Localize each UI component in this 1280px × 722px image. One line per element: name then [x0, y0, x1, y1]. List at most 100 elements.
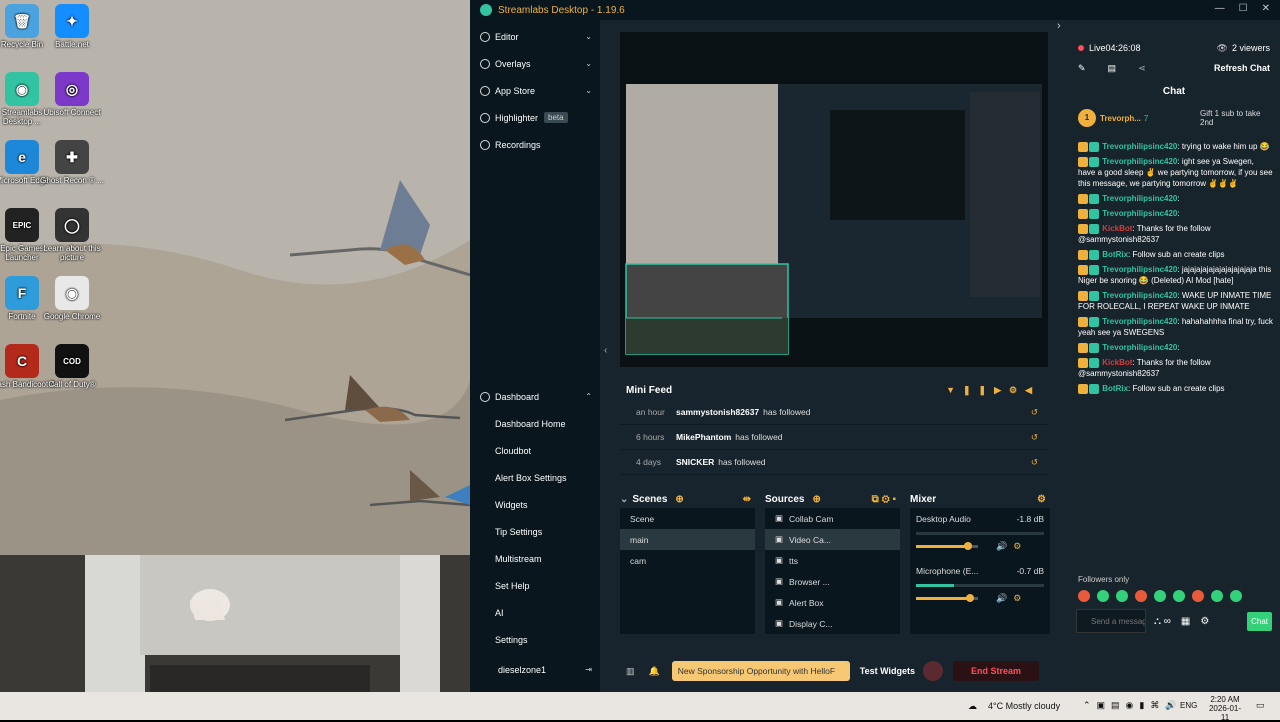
source-item[interactable]: ▣ Display C...: [765, 613, 900, 634]
source-item[interactable]: ▣ Video Ca...: [765, 529, 900, 550]
clock[interactable]: 2:20 AM 2026-01-11: [1205, 695, 1245, 722]
feed-user[interactable]: SNICKER: [676, 457, 714, 467]
dashboard-subitem[interactable]: Alert Box Settings: [470, 464, 600, 491]
chat-username[interactable]: Trevorphilipsinc420: [1102, 291, 1177, 300]
feed-user[interactable]: MikePhantom: [676, 432, 731, 442]
gear-icon[interactable]: ⚙: [1013, 541, 1021, 552]
store-icon[interactable]: ▦: [1181, 616, 1190, 627]
add-scene-icon[interactable]: ⊕: [675, 494, 683, 505]
volume-slider[interactable]: [916, 542, 978, 550]
scene-item[interactable]: main: [620, 529, 755, 550]
nav-item-app-store[interactable]: App Store ⌄: [470, 77, 600, 104]
dashboard-subitem[interactable]: Tip Settings: [470, 518, 600, 545]
chat-username[interactable]: Trevorphilipsinc420: [1102, 343, 1177, 352]
close-icon[interactable]: ✕: [1262, 3, 1270, 14]
desktop-icon[interactable]: ◎ Ubisoft Connect: [38, 72, 106, 117]
input-language[interactable]: ENG: [1180, 701, 1197, 710]
desktop-icon[interactable]: ◯ Learn about this picture: [38, 208, 106, 262]
stream-preview[interactable]: [620, 32, 1048, 367]
record-button[interactable]: [923, 661, 943, 681]
collapse-left-icon[interactable]: ‹: [604, 345, 607, 356]
share-icon[interactable]: ⋖: [1138, 63, 1146, 74]
emote-icon[interactable]: [1211, 590, 1223, 602]
speaker-icon[interactable]: 🔊: [996, 593, 1007, 604]
mini-feed-controls[interactable]: ▼❚❚▶⚙◀: [946, 385, 1040, 396]
maximize-icon[interactable]: ☐: [1239, 3, 1248, 14]
source-item[interactable]: ▣ Alert Box: [765, 592, 900, 613]
replay-icon[interactable]: ↺: [1031, 432, 1038, 443]
sponsor-banner[interactable]: New Sponsorship Opportunity with HelloF: [671, 661, 850, 681]
scene-item[interactable]: cam: [620, 550, 755, 571]
emote-icon[interactable]: [1116, 590, 1128, 602]
desktop-icon[interactable]: ✦ Battle.net: [38, 4, 106, 49]
nav-item-editor[interactable]: Editor ⌄: [470, 23, 600, 50]
weather-text[interactable]: 4°C Mostly cloudy: [988, 701, 1060, 711]
gift-sub[interactable]: Gift 1 sub to take 2nd: [1200, 109, 1270, 127]
desktop-icon[interactable]: ◉ Google Chrome: [38, 276, 106, 321]
badge-icon: [1078, 357, 1088, 368]
nav-item-dashboard[interactable]: Dashboard ⌃: [470, 383, 600, 410]
scene-transition-icon[interactable]: ⇹: [743, 494, 751, 505]
replay-icon[interactable]: ↺: [1031, 457, 1038, 468]
replay-icon[interactable]: ↺: [1031, 407, 1038, 418]
test-widgets-button[interactable]: Test Widgets: [860, 666, 915, 676]
user-row[interactable]: dieselzone1 ⇥: [470, 656, 600, 683]
desktop-icon[interactable]: COD Call of Duty®: [38, 344, 106, 389]
emote-icon[interactable]: [1097, 590, 1109, 602]
speaker-icon[interactable]: 🔊: [996, 541, 1007, 552]
source-tools-icon[interactable]: ⧉ ⚙ ▪: [872, 494, 896, 505]
app-icon: F: [5, 276, 39, 310]
gear-icon[interactable]: ⚙: [1200, 616, 1209, 627]
chat-username[interactable]: Trevorphilipsinc420: [1102, 265, 1177, 274]
chat-send-button[interactable]: Chat: [1247, 611, 1272, 631]
chat-username[interactable]: Trevorphilipsinc420: [1102, 157, 1177, 166]
dashboard-subitem[interactable]: AI: [470, 599, 600, 626]
minimize-icon[interactable]: —: [1215, 3, 1225, 14]
chat-username[interactable]: Trevorphilipsinc420: [1102, 142, 1177, 151]
source-item[interactable]: ▣ Browser ...: [765, 571, 900, 592]
dashboard-subitem[interactable]: Set Help: [470, 572, 600, 599]
source-item[interactable]: ▣ tts: [765, 550, 900, 571]
chat-username[interactable]: BotRix: [1102, 384, 1128, 393]
logout-icon[interactable]: ⇥: [585, 665, 592, 674]
add-source-icon[interactable]: ⊕: [812, 494, 820, 505]
volume-slider[interactable]: [916, 594, 978, 602]
emote-icon[interactable]: [1192, 590, 1204, 602]
chat-tools-icon[interactable]: ⛬ ∞: [1154, 616, 1171, 627]
chat-username[interactable]: Trevorphilipsinc420: [1102, 194, 1177, 203]
notification-icon[interactable]: ▭: [1256, 700, 1265, 711]
notifications-icon[interactable]: 🔔: [649, 666, 660, 677]
refresh-chat-button[interactable]: Refresh Chat: [1214, 63, 1270, 73]
gear-icon[interactable]: ⚙: [1013, 593, 1021, 604]
chat-username[interactable]: Trevorphilipsinc420: [1102, 317, 1177, 326]
stats-icon[interactable]: ▥: [626, 666, 635, 677]
scene-item[interactable]: Scene: [620, 508, 755, 529]
chat-username[interactable]: KickBot: [1102, 224, 1132, 233]
chevron-right-icon[interactable]: ›: [1057, 20, 1061, 32]
dashboard-subitem[interactable]: Multistream: [470, 545, 600, 572]
feed-user[interactable]: sammystonish82637: [676, 407, 759, 417]
dashboard-subitem[interactable]: Dashboard Home: [470, 410, 600, 437]
chat-username[interactable]: Trevorphilipsinc420: [1102, 209, 1177, 218]
nav-item-recordings[interactable]: Recordings: [470, 131, 600, 158]
dashboard-subitem[interactable]: Settings: [470, 626, 600, 653]
chat-username[interactable]: KickBot: [1102, 358, 1132, 367]
emote-icon[interactable]: [1154, 590, 1166, 602]
source-item[interactable]: ▣ Collab Cam: [765, 508, 900, 529]
mixer-settings-icon[interactable]: ⚙: [1037, 494, 1046, 505]
emote-icon[interactable]: [1173, 590, 1185, 602]
clip-icon[interactable]: ▤: [1108, 63, 1117, 74]
emote-icon[interactable]: [1135, 590, 1147, 602]
tray-icons[interactable]: ⌃▣▤◉▮⌘🔊: [1083, 700, 1183, 711]
desktop-icon[interactable]: ✚ Ghost Recon ® ...: [38, 140, 106, 185]
end-stream-button[interactable]: End Stream: [953, 661, 1040, 681]
chat-input[interactable]: [1076, 609, 1146, 633]
nav-item-overlays[interactable]: Overlays ⌄: [470, 50, 600, 77]
dashboard-subitem[interactable]: Widgets: [470, 491, 600, 518]
chat-username[interactable]: BotRix: [1102, 250, 1128, 259]
emote-icon[interactable]: [1078, 590, 1090, 602]
emote-icon[interactable]: [1230, 590, 1242, 602]
dashboard-subitem[interactable]: Cloudbot: [470, 437, 600, 464]
edit-icon[interactable]: ✎: [1078, 63, 1086, 74]
nav-item-highlighter[interactable]: Highlighter beta: [470, 104, 600, 131]
